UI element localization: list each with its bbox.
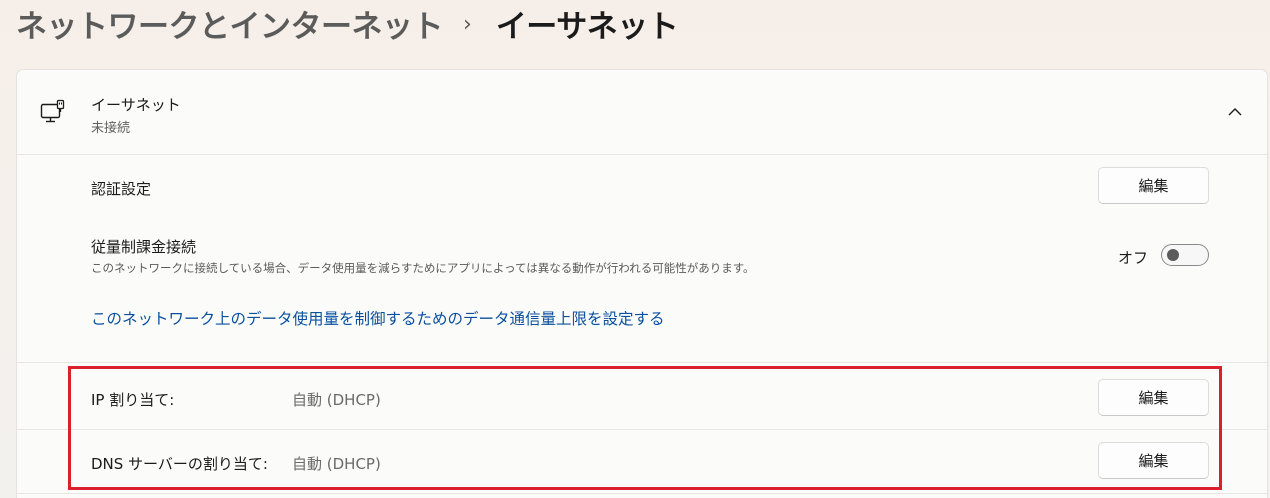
ethernet-icon	[40, 99, 65, 123]
metered-connection-toggle[interactable]	[1161, 244, 1209, 266]
breadcrumb-network-internet[interactable]: ネットワークとインターネット	[16, 1, 444, 46]
dns-assignment-edit-button[interactable]: 編集	[1098, 442, 1209, 479]
breadcrumb-separator: ›	[463, 11, 472, 37]
ethernet-title: イーサネット	[91, 96, 181, 114]
auth-settings-edit-button[interactable]: 編集	[1098, 167, 1209, 204]
toggle-knob	[1167, 249, 1179, 261]
divider	[17, 429, 1267, 430]
metered-connection-description: このネットワークに接続している場合、データ使用量を減らすためにアプリによっては異…	[91, 261, 755, 275]
dns-assignment-label: DNS サーバーの割り当て:	[91, 455, 268, 473]
page-title: イーサネット	[495, 8, 679, 45]
divider	[17, 493, 1267, 494]
breadcrumb: ネットワークとインターネット › イーサネット	[16, 0, 679, 46]
ethernet-status: 未接続	[91, 121, 131, 136]
ethernet-card: イーサネット 未接続 認証設定 編集 従量制課金接続 このネットワークに接続して…	[16, 69, 1268, 498]
ip-assignment-label: IP 割り当て:	[91, 391, 175, 409]
settings-page: ネットワークとインターネット › イーサネット イーサネット 未接続 認証設定 …	[0, 0, 1270, 498]
metered-connection-label: 従量制課金接続	[91, 238, 197, 256]
divider	[17, 362, 1267, 363]
ip-assignment-edit-button[interactable]: 編集	[1098, 379, 1209, 416]
dns-assignment-value: 自動 (DHCP)	[292, 455, 381, 473]
data-limit-link[interactable]: このネットワーク上のデータ使用量を制御するためのデータ通信量上限を設定する	[91, 307, 665, 329]
ip-assignment-value: 自動 (DHCP)	[292, 391, 381, 409]
ethernet-section-header[interactable]: イーサネット 未接続	[17, 70, 1267, 155]
chevron-up-icon[interactable]	[1223, 100, 1247, 124]
auth-settings-label: 認証設定	[91, 180, 152, 198]
metered-toggle-state: オフ	[1118, 249, 1149, 267]
